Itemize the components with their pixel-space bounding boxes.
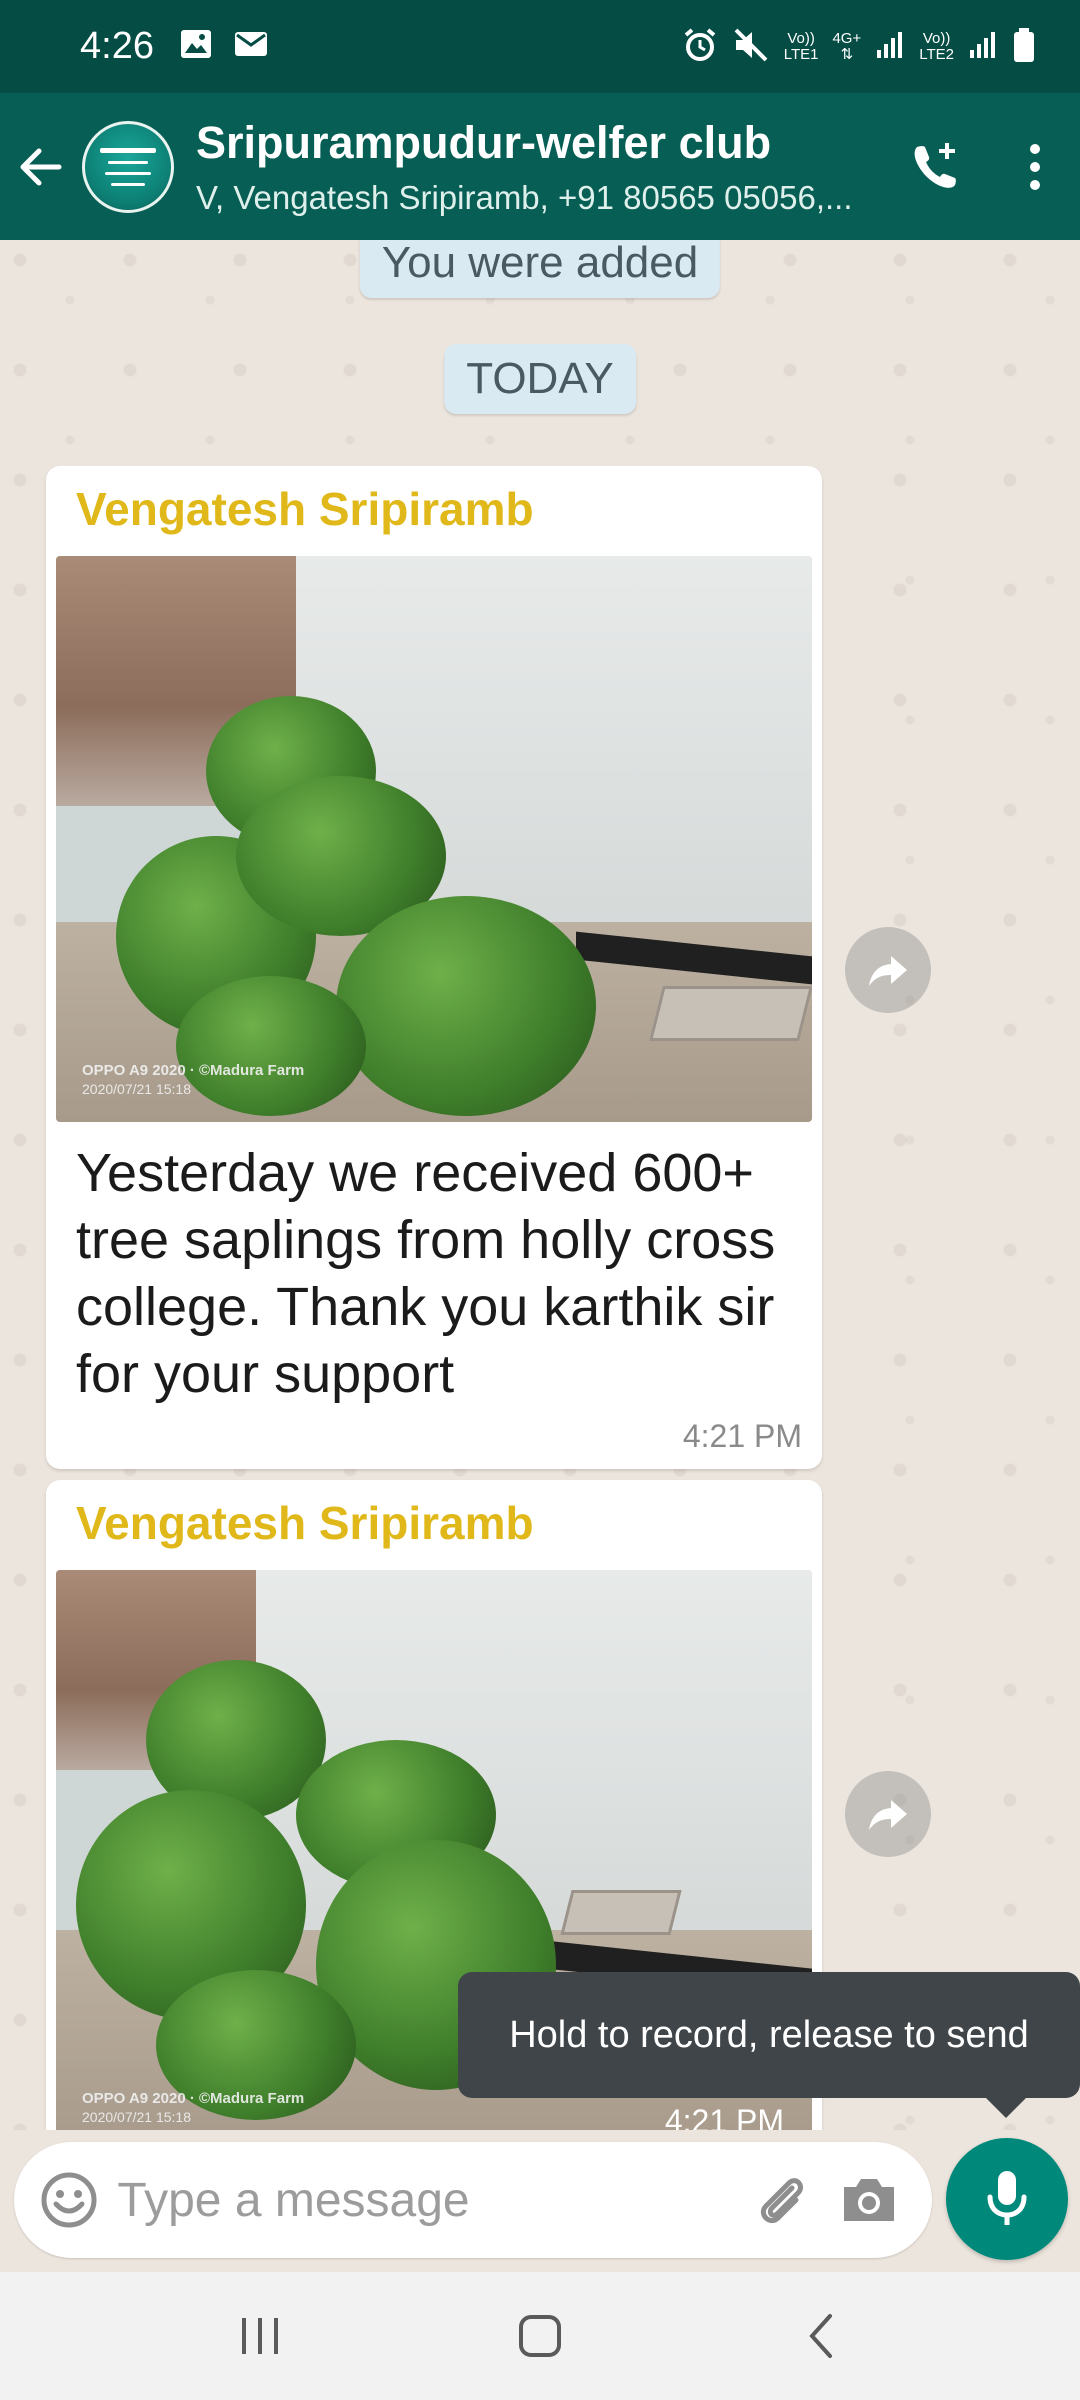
camera-button[interactable] [825,2150,912,2250]
emoji-button[interactable] [34,2160,103,2240]
sender-name[interactable]: Vengatesh Sripiramb [76,482,812,536]
sim1-volte-label: Vo)) LTE1 [783,29,819,63]
record-tooltip: Hold to record, release to send [458,1972,1080,2098]
arrow-left-icon [20,148,62,185]
battery-icon [1012,27,1036,67]
status-time: 4:26 [80,25,154,67]
chat-area[interactable]: You were added TODAY Vengatesh Sripiramb… [0,240,1080,2130]
message-composer [14,2142,932,2258]
date-chip: TODAY [444,344,636,414]
message-text: Yesterday we received 600+ tree saplings… [76,1143,776,1404]
home-button[interactable] [480,2286,600,2386]
more-options-button[interactable] [990,93,1080,240]
photo-watermark: OPPO A9 2020 · ©Madura Farm 2020/07/21 1… [82,1062,305,1097]
signal-icon [968,30,998,64]
recent-apps-button[interactable] [200,2286,320,2386]
emoji-icon [41,2172,97,2228]
chat-header: Sripurampudur-welfer club V, Vengatesh S… [0,93,1080,240]
add-call-button[interactable] [880,93,990,240]
forward-button[interactable] [845,927,931,1013]
sim2-volte-label: Vo)) LTE2 [919,29,954,63]
mute-icon [732,27,770,67]
group-info[interactable]: Sripurampudur-welfer club V, Vengatesh S… [196,117,876,217]
group-name: Sripurampudur-welfer club [196,116,772,168]
sender-name[interactable]: Vengatesh Sripiramb [76,1496,812,1550]
tooltip-arrow [984,2096,1028,2118]
forward-icon [869,956,907,986]
phone-plus-icon [914,142,956,188]
camera-icon [843,2179,894,2221]
message-bubble[interactable]: Vengatesh Sripiramb OPPO A9 2020 · ©Madu… [46,466,822,1469]
image-icon [180,29,212,64]
group-avatar[interactable] [82,120,174,213]
message-photo[interactable]: OPPO A9 2020 · ©Madura Farm 2020/07/21 1… [56,556,812,1122]
group-members: V, Vengatesh Sripiramb, +91 80565 05056,… [196,178,853,216]
message-time: 4:21 PM [682,1418,802,1454]
net-type-label: 4G+ ⇅ [832,29,862,63]
status-bar: 4:26 Vo)) LTE1 4G+ ⇅ Vo)) LTE2 [0,0,1080,93]
mic-icon [987,2171,1027,2225]
chevron-left-icon [809,2314,832,2358]
system-nav-bar [0,2272,1080,2400]
mail-icon [234,30,268,63]
recents-icon [242,2318,278,2354]
alarm-icon [682,27,718,67]
voice-record-button[interactable] [946,2138,1068,2260]
back-nav-button[interactable] [760,2286,880,2386]
more-vertical-icon [1030,143,1040,190]
photo-watermark: OPPO A9 2020 · ©Madura Farm 2020/07/21 1… [82,2090,305,2125]
forward-button[interactable] [845,1771,931,1857]
signal-icon [875,30,905,64]
paperclip-icon [760,2178,803,2224]
forward-icon [869,1800,907,1830]
message-input[interactable] [117,2172,739,2228]
system-message: You were added [359,240,721,298]
back-button[interactable] [0,93,82,240]
home-icon [519,2315,561,2357]
attach-button[interactable] [738,2150,825,2250]
message-time: 4:21 PM [664,2103,784,2130]
